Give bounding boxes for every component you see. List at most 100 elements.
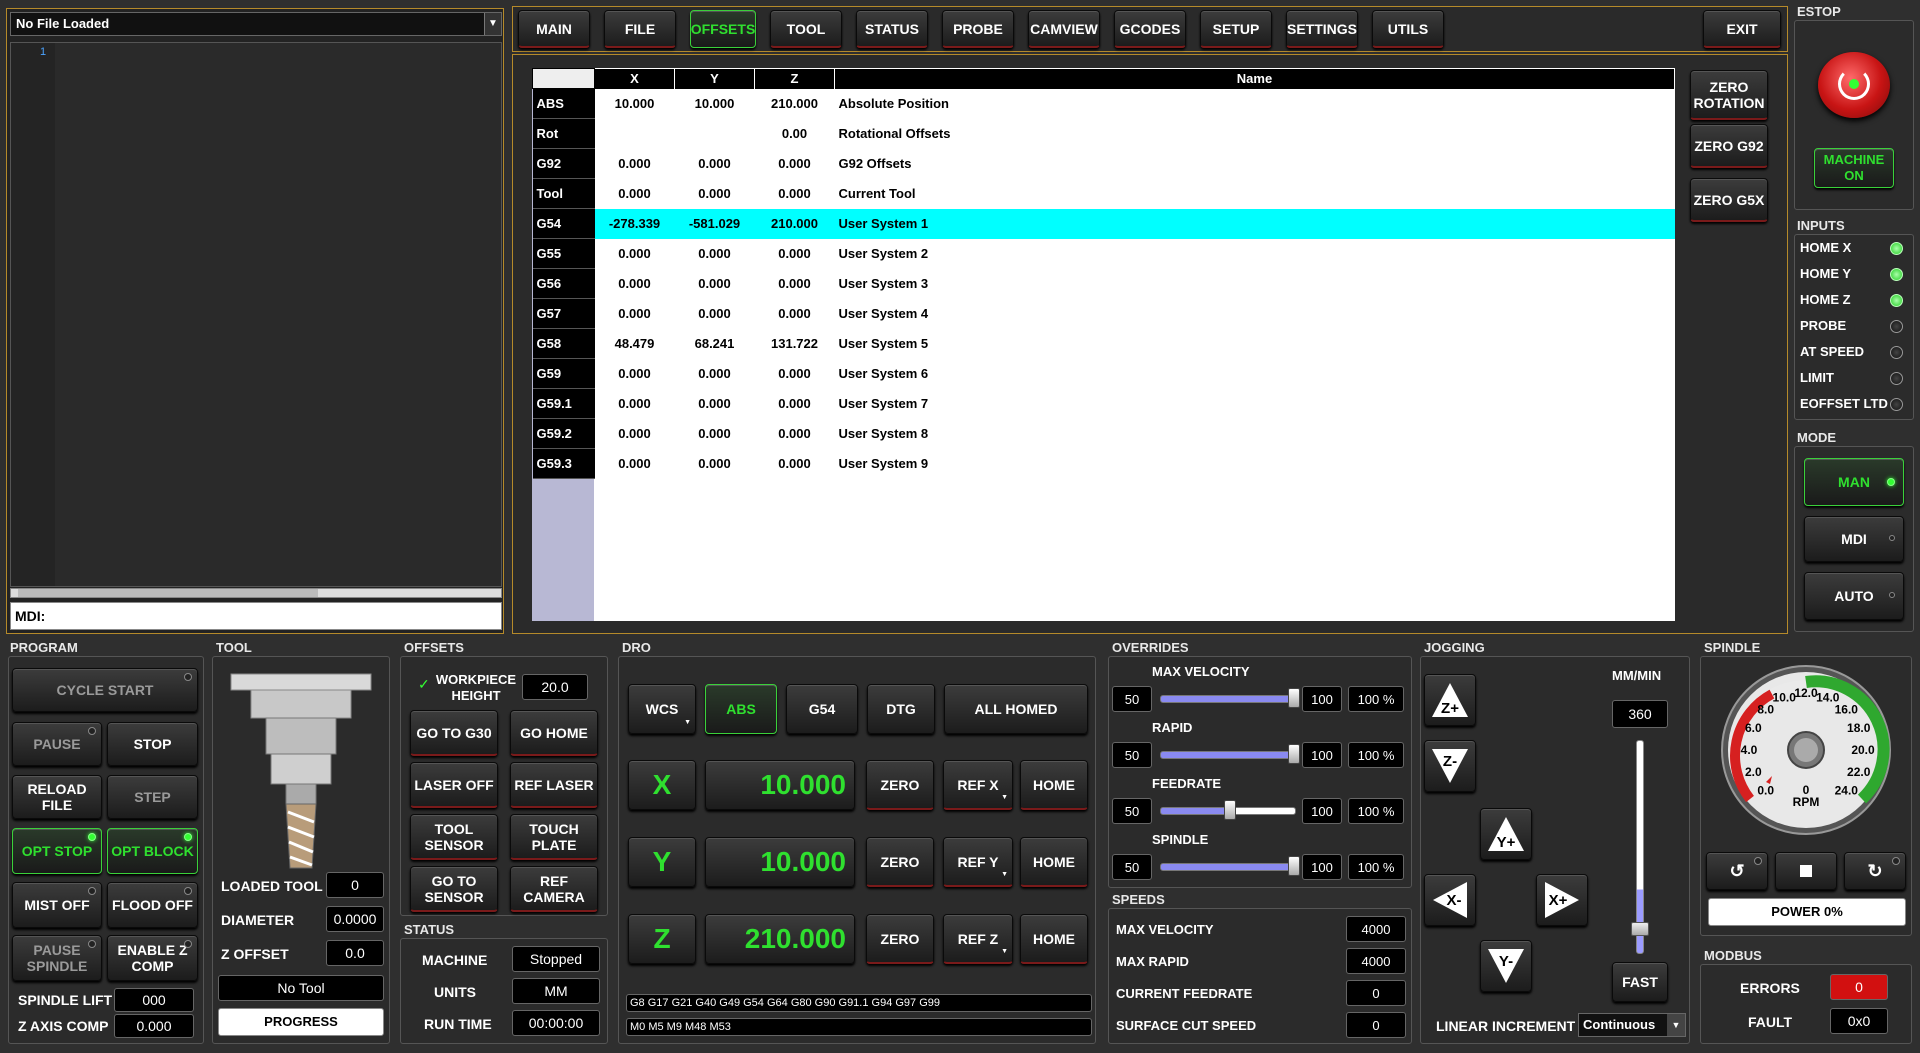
table-cell[interactable]: User System 5 <box>835 329 1675 359</box>
table-cell[interactable]: -278.339 <box>595 209 675 239</box>
table-row[interactable]: Tool 0.000 0.000 0.000 Current Tool <box>532 178 1675 209</box>
table-cell[interactable]: 0.000 <box>675 359 755 389</box>
table-cell[interactable]: 0.000 <box>595 449 675 479</box>
zero-g92-button[interactable]: ZERO G92 <box>1690 124 1768 168</box>
table-cell[interactable]: User System 3 <box>835 269 1675 299</box>
table-cell[interactable]: 0.000 <box>755 449 835 479</box>
tab-settings[interactable]: SETTINGS <box>1286 10 1358 48</box>
machine-on-button[interactable]: MACHINE ON <box>1814 148 1894 188</box>
ref-camera-button[interactable]: REF CAMERA <box>510 866 598 912</box>
override-slider[interactable] <box>1160 863 1296 871</box>
file-select[interactable]: No File Loaded <box>10 12 502 36</box>
go-home-button[interactable]: GO HOME <box>510 710 598 756</box>
reload-file-button[interactable]: RELOAD FILE <box>12 775 102 819</box>
go-to-g30-button[interactable]: GO TO G30 <box>410 710 498 756</box>
table-cell[interactable]: 0.000 <box>755 269 835 299</box>
column-header[interactable]: Y <box>674 68 755 89</box>
mode-auto-button[interactable]: AUTO <box>1804 572 1904 620</box>
home-y-button[interactable]: HOME <box>1020 837 1088 887</box>
mdi-input[interactable]: MDI: <box>10 602 502 630</box>
stop-button[interactable]: STOP <box>107 722 198 766</box>
table-cell[interactable]: 0.000 <box>595 389 675 419</box>
axis-x-label[interactable]: X <box>628 760 696 810</box>
table-row[interactable]: G58 48.479 68.241 131.722 User System 5 <box>532 328 1675 359</box>
touch-plate-button[interactable]: TOUCH PLATE <box>510 814 598 860</box>
table-row[interactable]: G59 0.000 0.000 0.000 User System 6 <box>532 358 1675 389</box>
abs-button[interactable]: ABS <box>705 684 777 734</box>
table-cell[interactable]: 0.000 <box>675 239 755 269</box>
table-cell[interactable]: Absolute Position <box>835 89 1675 119</box>
table-cell[interactable]: 0.000 <box>595 299 675 329</box>
table-cell[interactable]: User System 4 <box>835 299 1675 329</box>
jog-y-plus-button[interactable]: Y+ <box>1480 808 1532 860</box>
spindle-ccw-button[interactable]: ↺ <box>1706 852 1768 890</box>
table-cell[interactable]: User System 7 <box>835 389 1675 419</box>
table-cell[interactable]: 0.000 <box>675 149 755 179</box>
table-cell[interactable]: 0.000 <box>755 359 835 389</box>
table-cell[interactable]: 0.000 <box>755 179 835 209</box>
table-cell[interactable]: 210.000 <box>755 209 835 239</box>
axis-y-value[interactable]: 10.000 <box>705 837 855 887</box>
jog-rate-slider-handle[interactable] <box>1631 922 1649 936</box>
table-cell[interactable]: 210.000 <box>755 89 835 119</box>
jog-rate-value[interactable]: 360 <box>1612 700 1668 728</box>
table-row[interactable]: G55 0.000 0.000 0.000 User System 2 <box>532 238 1675 269</box>
table-cell[interactable]: 0.000 <box>675 419 755 449</box>
table-cell[interactable] <box>675 119 755 149</box>
linear-increment-select[interactable]: Continuous ▼ <box>1578 1013 1686 1037</box>
table-cell[interactable]: Rotational Offsets <box>835 119 1675 149</box>
pause-button[interactable]: PAUSE <box>12 722 102 766</box>
override-slider-handle[interactable] <box>1288 688 1300 708</box>
table-row[interactable]: ABS 10.000 10.000 210.000 Absolute Position <box>532 88 1675 119</box>
table-cell[interactable]: 10.000 <box>675 89 755 119</box>
table-row[interactable]: G92 0.000 0.000 0.000 G92 Offsets <box>532 148 1675 179</box>
table-cell[interactable]: User System 1 <box>835 209 1675 239</box>
table-cell[interactable]: 0.000 <box>755 419 835 449</box>
table-cell[interactable]: 0.000 <box>675 269 755 299</box>
table-cell[interactable]: 0.000 <box>675 179 755 209</box>
z-offset-value[interactable]: 0.0 <box>326 940 384 966</box>
jog-z-plus-button[interactable]: Z+ <box>1424 674 1476 726</box>
offsets-grid[interactable]: X Y Z Name ABS 10.000 10.000 210.000 Absolute Po… <box>532 68 1675 479</box>
table-row[interactable]: G59.1 0.000 0.000 0.000 User System 7 <box>532 388 1675 419</box>
diameter-value[interactable]: 0.0000 <box>326 906 384 932</box>
table-cell[interactable]: 0.000 <box>755 149 835 179</box>
table-cell[interactable]: 0.000 <box>595 419 675 449</box>
cycle-start-button[interactable]: CYCLE START <box>12 668 198 712</box>
wcs-button[interactable]: WCS ▼ <box>628 684 696 734</box>
tab-setup[interactable]: SETUP <box>1200 10 1272 48</box>
ref-z-button[interactable]: REF Z ▼ <box>943 914 1013 964</box>
table-cell[interactable]: 0.000 <box>755 299 835 329</box>
tab-file[interactable]: FILE <box>604 10 676 48</box>
pause-spindle-button[interactable]: PAUSE SPINDLE <box>12 935 102 981</box>
spindle-lift-value[interactable]: 000 <box>114 988 194 1012</box>
table-cell[interactable]: 0.000 <box>595 179 675 209</box>
table-cell[interactable]: 0.000 <box>675 299 755 329</box>
table-cell[interactable]: User System 9 <box>835 449 1675 479</box>
home-z-button[interactable]: HOME <box>1020 914 1088 964</box>
table-cell[interactable]: -581.029 <box>675 209 755 239</box>
table-row[interactable]: G57 0.000 0.000 0.000 User System 4 <box>532 298 1675 329</box>
table-cell[interactable]: 0.000 <box>595 149 675 179</box>
table-cell[interactable]: 48.479 <box>595 329 675 359</box>
spindle-stop-button[interactable] <box>1775 852 1837 890</box>
table-cell[interactable]: G92 Offsets <box>835 149 1675 179</box>
tab-offsets[interactable]: OFFSETS <box>690 10 756 48</box>
tab-status[interactable]: STATUS <box>856 10 928 48</box>
zero-y-button[interactable]: ZERO <box>866 837 934 887</box>
table-cell[interactable]: 131.722 <box>755 329 835 359</box>
table-cell[interactable]: 0.000 <box>595 269 675 299</box>
workpiece-height-value[interactable]: 20.0 <box>522 674 588 700</box>
jog-y-minus-button[interactable]: Y- <box>1480 940 1532 992</box>
column-header[interactable]: Name <box>834 68 1675 89</box>
table-row[interactable]: G54 -278.339 -581.029 210.000 User System 1 <box>532 208 1675 239</box>
enable-z-comp-button[interactable]: ENABLE Z COMP <box>107 935 198 981</box>
tab-utils[interactable]: UTILS <box>1372 10 1444 48</box>
override-slider[interactable] <box>1160 695 1296 703</box>
table-row[interactable]: G56 0.000 0.000 0.000 User System 3 <box>532 268 1675 299</box>
spindle-cw-button[interactable]: ↻ <box>1844 852 1906 890</box>
column-header[interactable]: X <box>594 68 675 89</box>
dtg-button[interactable]: DTG <box>867 684 935 734</box>
axis-y-label[interactable]: Y <box>628 837 696 887</box>
z-axis-comp-value[interactable]: 0.000 <box>114 1014 194 1038</box>
